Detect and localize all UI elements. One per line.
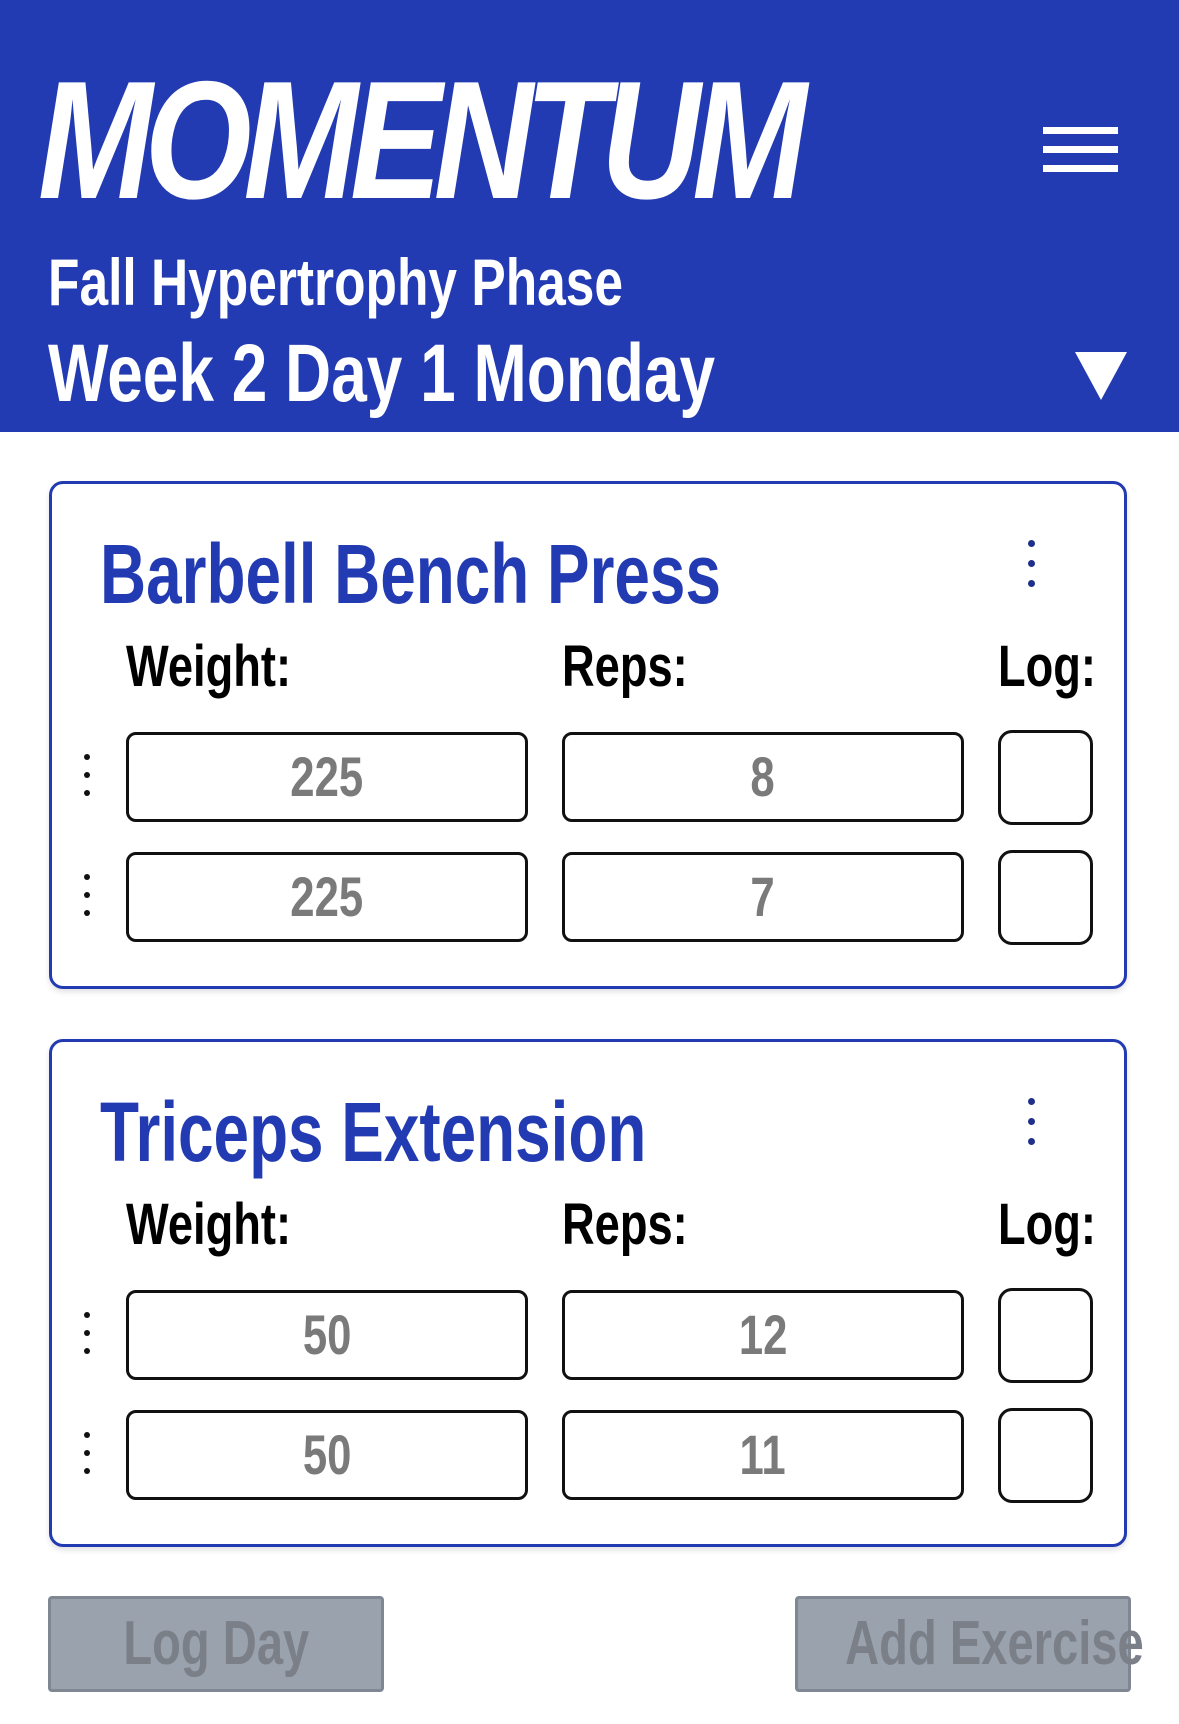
exercise-card: Triceps Extension Weight: Reps: Log: 50 … bbox=[49, 1039, 1127, 1547]
log-checkbox[interactable] bbox=[998, 1408, 1093, 1503]
weight-input[interactable]: 50 bbox=[126, 1290, 528, 1380]
exercise-options-icon[interactable] bbox=[1012, 534, 1052, 594]
weight-column-label: Weight: bbox=[126, 1192, 292, 1257]
reps-input[interactable]: 11 bbox=[562, 1410, 964, 1500]
log-day-label: Log Day bbox=[123, 1609, 309, 1678]
exercise-name: Triceps Extension bbox=[100, 1085, 647, 1179]
reps-column-label: Reps: bbox=[562, 634, 688, 699]
log-checkbox[interactable] bbox=[998, 850, 1093, 945]
weight-value: 50 bbox=[302, 1303, 352, 1366]
reps-value: 7 bbox=[750, 865, 776, 928]
weight-value: 225 bbox=[290, 865, 364, 928]
weight-value: 225 bbox=[290, 745, 364, 808]
reps-column-label: Reps: bbox=[562, 1192, 688, 1257]
set-options-icon[interactable] bbox=[80, 752, 96, 802]
set-row: 50 12 bbox=[52, 1288, 1124, 1386]
log-checkbox[interactable] bbox=[998, 1288, 1093, 1383]
log-column-label: Log: bbox=[998, 1192, 1096, 1257]
log-column-label: Log: bbox=[998, 634, 1096, 699]
reps-input[interactable]: 7 bbox=[562, 852, 964, 942]
set-row: 50 11 bbox=[52, 1408, 1124, 1506]
reps-input[interactable]: 8 bbox=[562, 732, 964, 822]
exercise-options-icon[interactable] bbox=[1012, 1092, 1052, 1152]
reps-value: 11 bbox=[739, 1423, 787, 1486]
weight-input[interactable]: 50 bbox=[126, 1410, 528, 1500]
exercise-card: Barbell Bench Press Weight: Reps: Log: 2… bbox=[49, 481, 1127, 989]
set-options-icon[interactable] bbox=[80, 1310, 96, 1360]
weight-column-label: Weight: bbox=[126, 634, 292, 699]
program-phase-title: Fall Hypertrophy Phase bbox=[48, 245, 624, 319]
add-exercise-button[interactable]: Add Exercise bbox=[795, 1596, 1144, 1692]
weight-input[interactable]: 225 bbox=[126, 732, 528, 822]
log-day-button[interactable]: Log Day bbox=[48, 1596, 384, 1692]
set-options-icon[interactable] bbox=[80, 1430, 96, 1480]
workout-day-title: Week 2 Day 1 Monday bbox=[48, 328, 716, 419]
set-options-icon[interactable] bbox=[80, 872, 96, 922]
set-row: 225 7 bbox=[52, 850, 1124, 948]
app-logo: MOMENTUM bbox=[38, 46, 807, 234]
weight-input[interactable]: 225 bbox=[126, 852, 528, 942]
log-checkbox[interactable] bbox=[998, 730, 1093, 825]
hamburger-menu-icon[interactable] bbox=[1040, 122, 1120, 182]
set-row: 225 8 bbox=[52, 730, 1124, 828]
triangle-down-icon[interactable] bbox=[1073, 350, 1129, 402]
reps-value: 8 bbox=[750, 745, 776, 808]
reps-value: 12 bbox=[738, 1303, 788, 1366]
exercise-name: Barbell Bench Press bbox=[100, 527, 721, 621]
app-header: MOMENTUM Fall Hypertrophy Phase Week 2 D… bbox=[0, 0, 1179, 432]
reps-input[interactable]: 12 bbox=[562, 1290, 964, 1380]
weight-value: 50 bbox=[302, 1423, 352, 1486]
add-exercise-label: Add Exercise bbox=[845, 1609, 1144, 1678]
